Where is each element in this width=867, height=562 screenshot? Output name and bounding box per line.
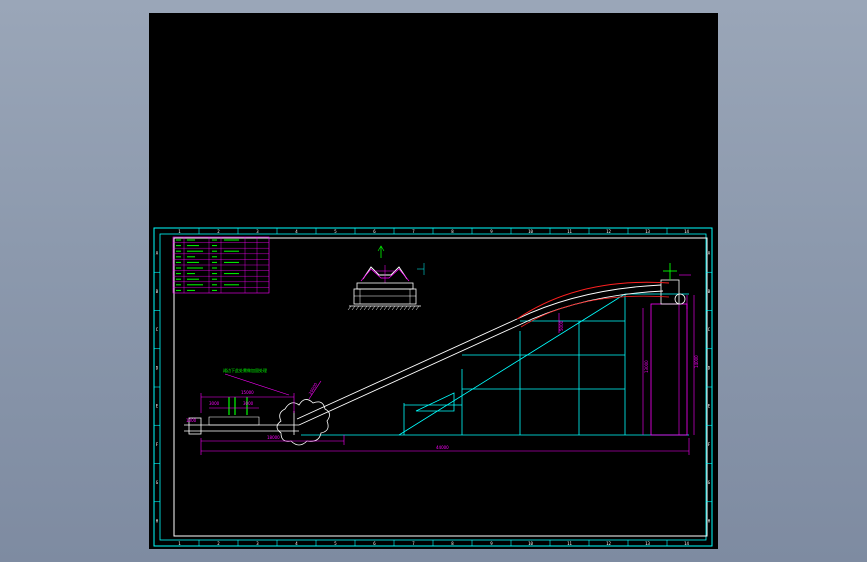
outer-frame [153,227,713,547]
incline-dim: 20000 [308,382,319,396]
feed-section-dim: 15000 [241,390,254,395]
row-label-right: C [708,327,711,332]
column-label-bottom: 1 [178,541,181,546]
column-label-bottom: 10 [528,541,533,546]
column-label-top: 13 [645,229,650,234]
row-label-left: A [156,251,159,256]
column-label-bottom: 11 [567,541,572,546]
reinforcement-note: 裙边下此处需做加固处理 [223,367,267,373]
dimension-text: 44000 18000 15000 3000 3000 1000 20000 1… [186,320,699,450]
tail-dim: 1000 [186,418,197,423]
column-label-bottom: 3 [256,541,259,546]
column-label-top: 9 [490,229,493,234]
row-ticks: A A B B C C D D E E F F G G H H [154,251,712,523]
column-label-top: 14 [684,229,689,234]
middle-frame [159,233,707,541]
row-label-left: D [156,365,159,370]
column-label-top: 10 [528,229,533,234]
row-label-left: H [156,518,159,523]
row-label-left: B [156,289,159,294]
row-label-left: E [156,404,159,409]
row-label-right: D [708,365,711,370]
column-label-bottom: 2 [217,541,220,546]
column-label-top: 3 [256,229,259,234]
parts-table [172,236,270,294]
row-label-right: E [708,404,711,409]
revision-cloud [276,399,330,446]
support-structure [301,293,689,436]
idler-section-detail [347,245,425,311]
sheet-frame: 11223344556677889910101111121213131414 A… [153,227,713,547]
column-label-top: 8 [451,229,454,234]
rise-height-dim: 13000 [644,360,649,373]
column-label-bottom: 12 [606,541,611,546]
column-label-bottom: 13 [645,541,650,546]
horizontal-run-dim: 18000 [267,435,280,440]
column-label-bottom: 6 [373,541,376,546]
column-label-bottom: 8 [451,541,454,546]
column-label-top: 12 [606,229,611,234]
feed-left-dim: 3000 [209,401,220,406]
row-label-left: G [156,480,159,485]
cad-viewport[interactable]: 1 1 2 2 3 3 4 4 5 5 6 6 7 7 8 8 9 9 10 10 11 11 12 12 13 13 14 14 A… [149,13,718,549]
conveyor-layout-drawing: 11223344556677889910101111121213131414 A… [153,227,713,547]
head-height-dim: 14000 [694,355,699,368]
row-label-right: F [708,442,711,447]
column-label-top: 11 [567,229,572,234]
column-label-bottom: 7 [412,541,415,546]
column-label-top: 4 [295,229,298,234]
column-label-bottom: 4 [295,541,298,546]
row-label-left: F [156,442,159,447]
column-label-bottom: 9 [490,541,493,546]
total-length-dim: 44000 [436,445,449,450]
column-label-top: 1 [178,229,181,234]
column-label-top: 2 [217,229,220,234]
side-dim: 5000 [559,320,564,331]
row-label-left: C [156,327,159,332]
head-tower [650,263,691,436]
column-label-top: 7 [412,229,415,234]
column-label-bottom: 14 [684,541,689,546]
column-ticks: 11223344556677889910101111121213131414 [178,228,689,546]
row-label-right: H [708,518,711,523]
column-label-bottom: 5 [334,541,337,546]
row-label-right: A [708,251,711,256]
column-label-top: 5 [334,229,337,234]
column-label-top: 6 [373,229,376,234]
row-label-right: B [708,289,711,294]
row-label-right: G [708,480,711,485]
feed-right-dim: 3000 [243,401,254,406]
